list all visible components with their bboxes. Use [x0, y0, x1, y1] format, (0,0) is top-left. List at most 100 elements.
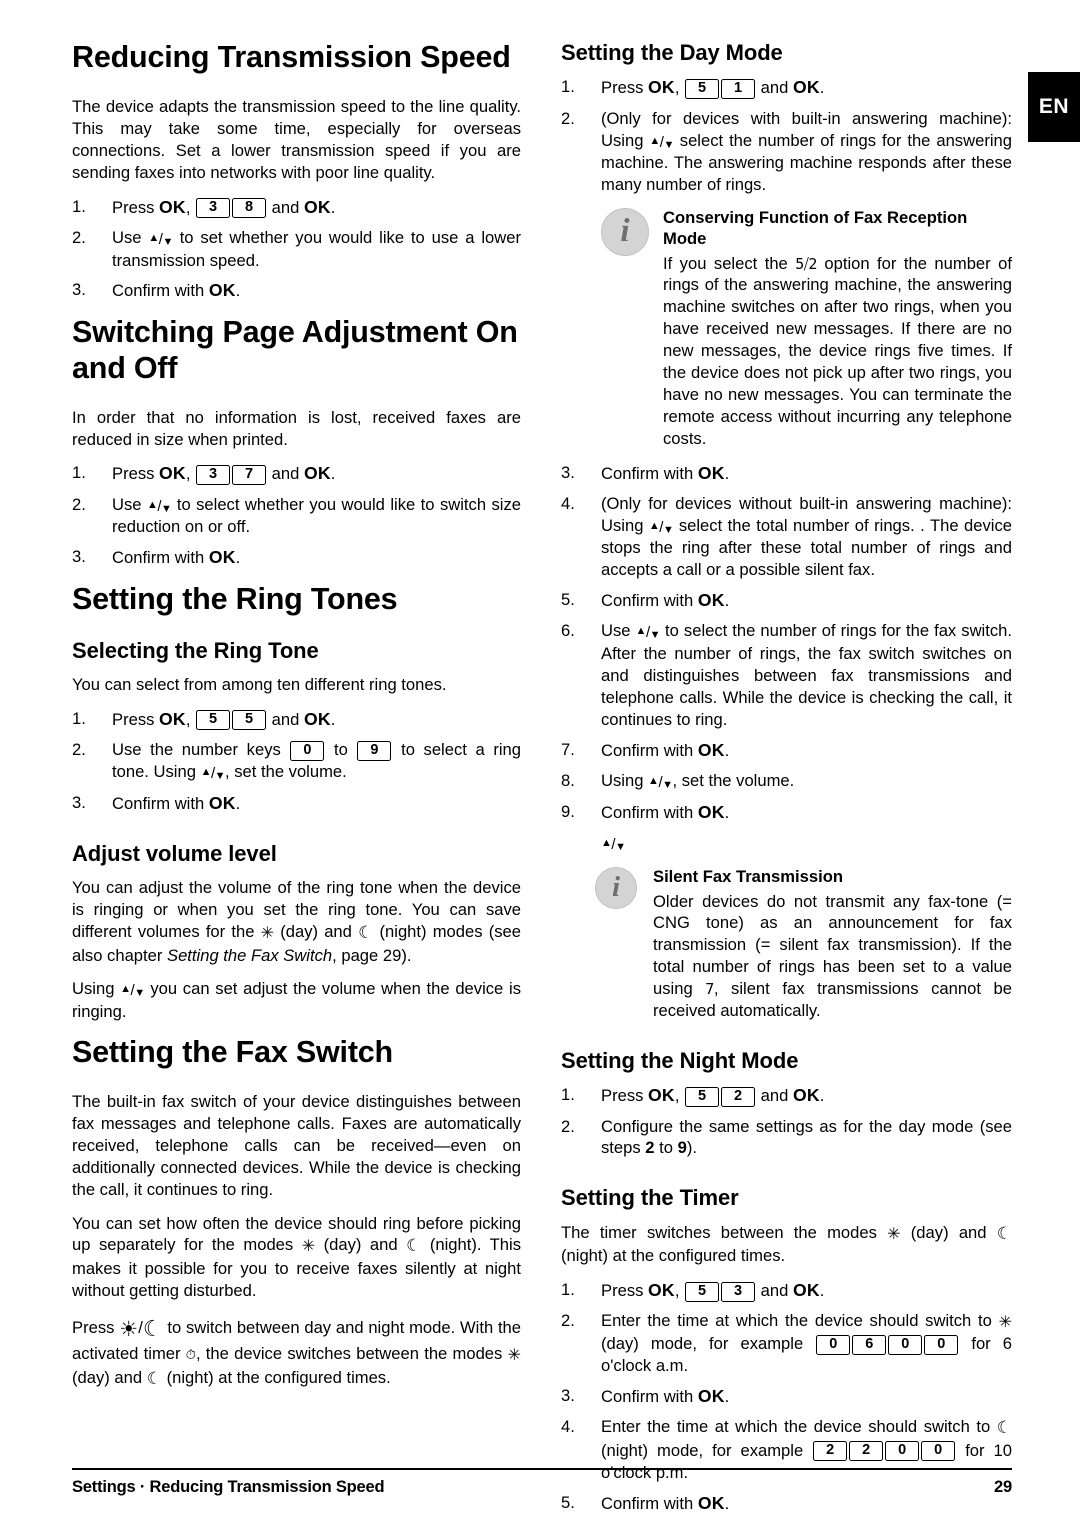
step-text-post: . — [724, 802, 730, 822]
arrow-up-icon: ▲ — [120, 983, 131, 996]
info-callout-silent-fax-transmission: Silent Fax Transmission Older devices do… — [595, 866, 1012, 1022]
language-tab-label: EN — [1038, 95, 1070, 118]
step-text-part1: Using — [601, 771, 649, 791]
up-down-arrow-icon: ▲/▼ — [201, 764, 226, 784]
keypad-key: 2 — [849, 1441, 884, 1462]
step-text-comma: , — [185, 709, 196, 729]
step-text-mid: and — [267, 709, 304, 729]
heading-selecting-the-ring-tone: Selecting the Ring Tone — [72, 637, 319, 663]
page-columns: Reducing Transmission Speed The device a… — [72, 40, 1012, 1527]
keypad-key: 8 — [232, 198, 267, 219]
arrow-down-icon: ▼ — [663, 138, 674, 151]
ok-key-label: OK — [697, 739, 725, 760]
step-text-post: . — [724, 591, 730, 611]
keypad-key: 2 — [721, 1086, 756, 1107]
step-text-part1: Use the number keys — [112, 740, 290, 760]
arrow-up-icon: ▲ — [648, 775, 659, 788]
step-item: 2. Use ▲/▼ to select whether you would l… — [72, 494, 521, 539]
steps-switching-page-adjustment: 1. Press OK, 37 and OK. 2. Use ▲/▼ to se… — [72, 462, 521, 569]
paragraph-ring-tone-intro: You can select from among ten different … — [72, 674, 447, 694]
step-number: 3. — [72, 280, 86, 300]
step-item: 5. Confirm with OK. — [561, 589, 1012, 612]
heading-setting-the-fax-switch: Setting the Fax Switch — [72, 1035, 393, 1070]
arrow-up-icon: ▲ — [649, 134, 660, 147]
step-text-mid: and — [756, 1086, 793, 1106]
timer-icon: ⏱ — [185, 1347, 196, 1363]
step-text-before: Confirm with — [601, 591, 698, 611]
day-mode-icon: ✳ — [887, 1225, 901, 1243]
keypad-key: 0 — [290, 740, 325, 761]
step-item: 1. Press OK, 52 and OK. — [561, 1084, 1012, 1107]
step-text-post: . — [330, 709, 336, 729]
step-number: 1. — [72, 708, 86, 728]
keypad-key: 5 — [196, 710, 231, 731]
step-item: 2. Configure the same settings as for th… — [561, 1116, 1012, 1160]
up-down-arrow-icon: ▲/▼ — [601, 835, 626, 855]
ok-key-label: OK — [697, 801, 725, 822]
language-tab: EN — [1028, 72, 1080, 142]
ok-key-label: OK — [648, 77, 675, 98]
ok-key-label: OK — [648, 1085, 675, 1106]
ok-key-label: OK — [159, 463, 186, 484]
day-mode-icon: ✳ — [998, 1314, 1012, 1332]
step-number: 2. — [561, 1116, 575, 1136]
keypad-key: 5 — [232, 710, 267, 731]
heading-setting-the-timer: Setting the Timer — [561, 1185, 739, 1211]
step-text-comma: , — [185, 197, 196, 217]
step-number: 3. — [561, 1386, 575, 1406]
arrow-down-icon: ▼ — [162, 235, 173, 248]
keypad-key: 3 — [196, 464, 231, 486]
arrow-up-icon: ▲ — [146, 498, 158, 511]
lcd-value: 7 — [705, 980, 714, 999]
step-number: 6. — [561, 621, 575, 641]
step-text-mid: and — [756, 78, 793, 98]
paragraph-timer-intro: The timer switches between the modes ✳ (… — [561, 1222, 1012, 1267]
arrow-down-icon: ▼ — [662, 523, 674, 536]
step-text-night: (night) mode, for example — [601, 1440, 813, 1460]
heading-reducing-transmission-speed: Reducing Transmission Speed — [72, 40, 511, 74]
step-text-day: (day) mode, for example — [601, 1334, 816, 1354]
text-run: The timer switches between the modes — [561, 1222, 888, 1242]
step-item: 3. Confirm with OK. — [72, 546, 521, 569]
ok-key-label: OK — [208, 280, 236, 301]
arrow-up-icon: ▲ — [148, 231, 159, 244]
step-number: 1. — [72, 196, 86, 216]
ok-key-label: OK — [697, 1386, 725, 1407]
steps-setting-day-mode-a: 1. Press OK, 51 and OK. 2. (Only for dev… — [561, 76, 1012, 196]
up-down-arrow-icon: ▲/▼ — [120, 981, 145, 1001]
step-number: 2. — [72, 740, 86, 760]
step-text-part1: Enter the time at which the device shoul… — [601, 1417, 997, 1437]
step-text-after: to select whether you would like to swit… — [112, 494, 521, 537]
step-text-comma: , — [185, 464, 196, 484]
step-number: 4. — [561, 493, 575, 513]
footer-page-number: 29 — [994, 1478, 1012, 1496]
ok-key-label: OK — [792, 77, 820, 98]
arrow-up-icon: ▲ — [601, 837, 612, 850]
text-run: Press — [72, 1317, 120, 1337]
step-text-post: . — [724, 463, 730, 483]
steps-reducing-transmission-speed: 1. Press OK, 38 and OK. 2. Use ▲/▼ to se… — [72, 196, 521, 303]
step-item: 3. Confirm with OK. — [72, 279, 521, 302]
step-text-part1: Use — [601, 621, 636, 641]
text-run: (night) at the configured times. — [561, 1246, 786, 1266]
step-item: ▲/▼ — [561, 832, 1012, 855]
step-text-before: Confirm with — [601, 1387, 698, 1407]
text-run: , the device switches between the modes — [195, 1344, 508, 1364]
text-run: Using — [72, 979, 121, 999]
arrow-up-icon: ▲ — [648, 519, 660, 532]
ok-key-label: OK — [792, 1085, 820, 1106]
step-text-mid: and — [267, 197, 304, 217]
footer-divider — [72, 1468, 1012, 1470]
step-text-part2: to — [654, 1138, 678, 1158]
step-text-post: . — [235, 281, 241, 301]
text-run: , page 29). — [332, 945, 412, 965]
arrow-down-icon: ▼ — [662, 779, 673, 792]
step-text-post: . — [235, 548, 241, 568]
step-number: 2. — [72, 494, 86, 514]
step-text-before: Confirm with — [112, 548, 209, 568]
manual-page: EN Reducing Transmission Speed The devic… — [0, 0, 1080, 1529]
step-text-before: Confirm with — [601, 802, 698, 822]
footer-row: Settings · Reducing Transmission Speed 2… — [72, 1478, 1012, 1497]
arrow-down-icon: ▼ — [134, 987, 145, 1000]
paragraph-fax-switch-3: Press ☀/☾ to switch between day and nigh… — [72, 1314, 521, 1390]
